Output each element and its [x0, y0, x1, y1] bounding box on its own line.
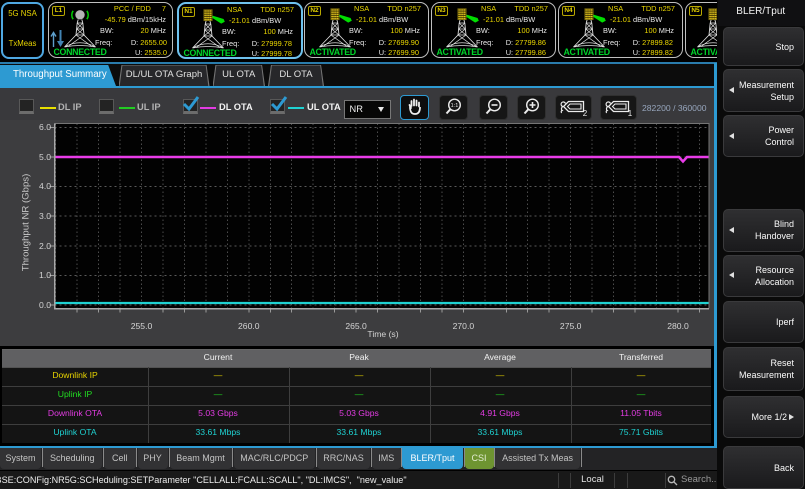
- svg-text:2: 2: [583, 109, 588, 118]
- svg-text:1: 1: [628, 109, 633, 118]
- svg-text:1:1: 1:1: [451, 103, 459, 109]
